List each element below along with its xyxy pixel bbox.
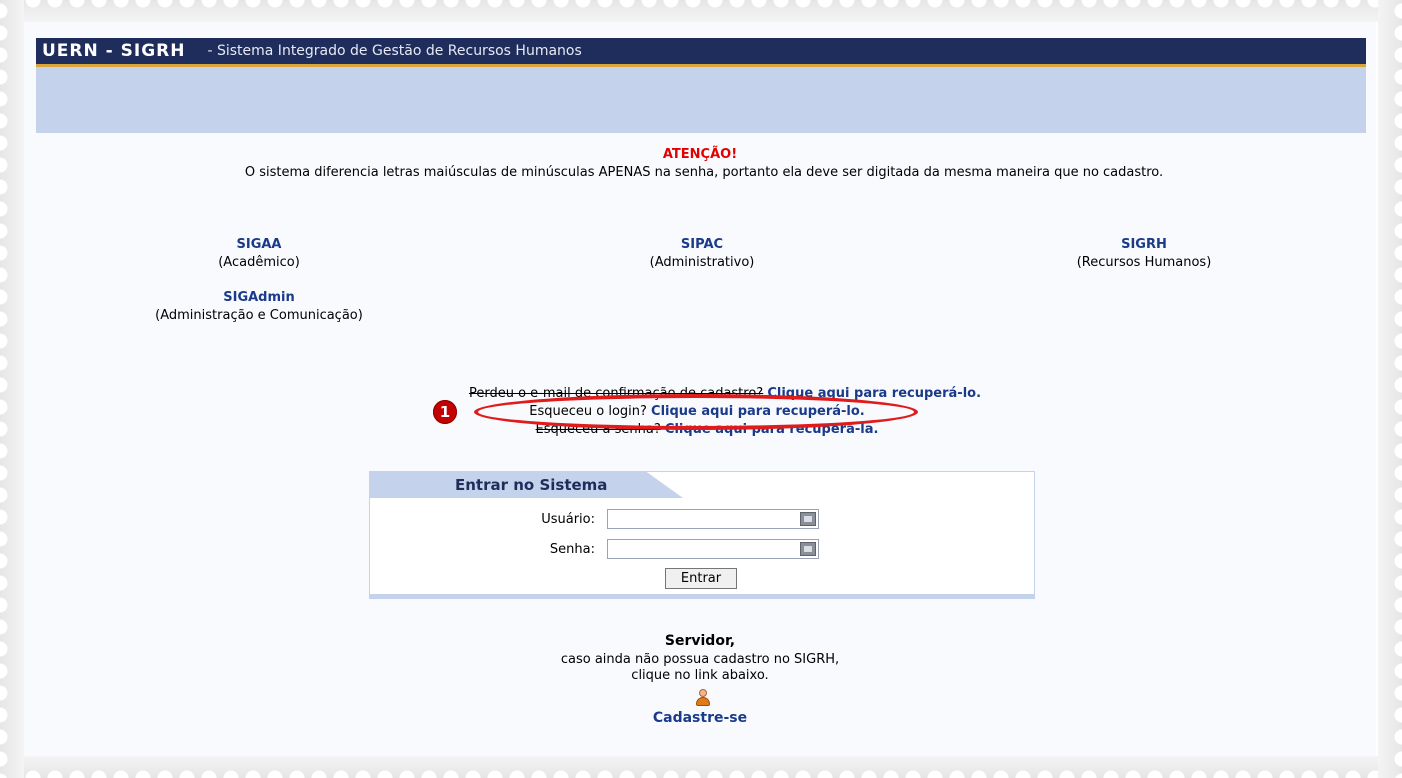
password-row: Senha: <box>369 539 1033 561</box>
system-sipac: SIPAC (Administrativo) <box>622 236 782 272</box>
torn-edge-top <box>0 0 1402 22</box>
password-label: Senha: <box>549 542 595 557</box>
sigaa-subtitle: (Acadêmico) <box>218 255 300 270</box>
login-page: UERN - SIGRH - Sistema Integrado de Gest… <box>24 22 1376 756</box>
torn-edge-bottom <box>0 756 1402 778</box>
step-marker: 1 <box>433 400 457 424</box>
login-form-bottom-border <box>369 594 1035 598</box>
sigrh-subtitle: (Recursos Humanos) <box>1076 255 1212 270</box>
attention-text: O sistema diferencia letras maiúsculas d… <box>244 165 1164 180</box>
servidor-title: Servidor, <box>664 633 736 649</box>
register-line: Cadastre-se <box>24 710 1376 726</box>
header-band <box>36 67 1366 133</box>
top-bar: UERN - SIGRH - Sistema Integrado de Gest… <box>36 38 1366 67</box>
password-input[interactable] <box>607 539 819 559</box>
user-icon-head <box>699 689 707 697</box>
system-sigadmin: SIGAdmin (Administração e Comunicação) <box>124 289 394 325</box>
sipac-subtitle: (Administrativo) <box>649 255 755 270</box>
sigrh-link[interactable]: SIGRH <box>1121 237 1167 252</box>
user-input[interactable] <box>607 509 819 529</box>
keyboard-icon[interactable] <box>800 542 816 556</box>
login-form-title: Entrar no Sistema <box>455 476 608 494</box>
servidor-line2: clique no link abaixo. <box>631 668 769 683</box>
sigadmin-subtitle: (Administração e Comunicação) <box>155 308 363 323</box>
user-label: Usuário: <box>541 512 595 527</box>
user-row: Usuário: <box>369 509 1033 531</box>
system-sigaa: SIGAA (Acadêmico) <box>184 236 334 272</box>
system-name: UERN - SIGRH <box>42 41 186 61</box>
system-sigrh: SIGRH (Recursos Humanos) <box>1054 236 1234 272</box>
sigadmin-link[interactable]: SIGAdmin <box>223 290 295 305</box>
servidor-line1: caso ainda não possua cadastro no SIGRH, <box>560 652 840 667</box>
attention-title: ATENÇÃO! <box>662 147 738 162</box>
login-form-tab: Entrar no Sistema <box>369 471 683 498</box>
servidor-text: caso ainda não possua cadastro no SIGRH,… <box>24 652 1376 684</box>
highlight-ellipse <box>474 394 918 430</box>
keyboard-icon[interactable] <box>800 512 816 526</box>
system-description: - Sistema Integrado de Gestão de Recurso… <box>207 43 582 59</box>
login-button[interactable]: Entrar <box>665 568 737 589</box>
user-icon[interactable] <box>695 689 711 707</box>
sipac-link[interactable]: SIPAC <box>681 237 723 252</box>
sigaa-link[interactable]: SIGAA <box>237 237 282 252</box>
user-icon-body <box>696 697 710 706</box>
register-link[interactable]: Cadastre-se <box>653 710 747 726</box>
torn-edge-left <box>0 0 24 778</box>
